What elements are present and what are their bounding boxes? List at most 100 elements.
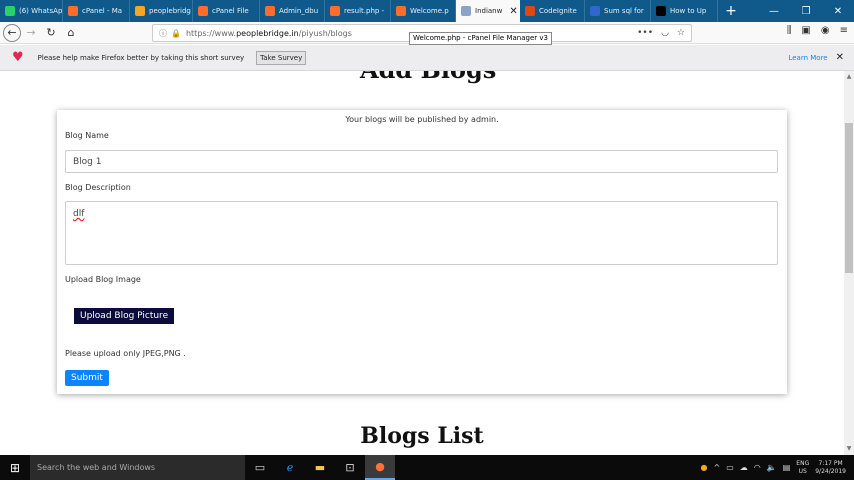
sidebar-icon[interactable]: ▣: [801, 25, 810, 36]
blog-description-label: Blog Description: [65, 183, 131, 192]
action-center-icon[interactable]: ▤: [783, 463, 791, 472]
blog-name-value: Blog 1: [73, 156, 102, 167]
submit-button[interactable]: Submit: [65, 370, 109, 386]
sql-icon: [590, 6, 600, 16]
page-scrollbar[interactable]: ▲ ▼: [844, 71, 854, 455]
back-icon[interactable]: ←: [3, 23, 21, 42]
tab-label: Indianw: [475, 7, 503, 15]
page-content: Add Blogs Your blogs will be published b…: [0, 71, 844, 455]
taskbar-search-input[interactable]: Search the web and Windows: [30, 455, 245, 480]
survey-notification-bar: ♥ Please help make Firefox better by tak…: [0, 45, 854, 71]
browser-tab[interactable]: cPanel - Ma: [63, 0, 130, 22]
home-icon[interactable]: ⌂: [61, 23, 81, 43]
upload-image-label: Upload Blog Image: [65, 275, 141, 284]
browser-tab[interactable]: cPanel File: [193, 0, 260, 22]
bookmark-star-icon[interactable]: ☆: [677, 28, 685, 38]
publish-note: Your blogs will be published by admin.: [345, 115, 499, 124]
browser-tab[interactable]: Indianw ✕: [456, 0, 520, 22]
lock-icon: 🔒: [171, 28, 181, 38]
file-explorer-icon[interactable]: ▬: [305, 455, 335, 480]
take-survey-button[interactable]: Take Survey: [256, 50, 307, 65]
language-code: ENG: [796, 459, 810, 467]
app-tray-icon[interactable]: ●: [701, 463, 708, 472]
rc-icon: [656, 6, 666, 16]
clock[interactable]: 7:17 PM 9/24/2019: [815, 460, 846, 476]
url-domain: peoplebridge.in: [236, 28, 299, 38]
tab-bar: (6) WhatsAp cPanel - Ma peoplebridg cPanel …: [0, 0, 854, 22]
window-controls: — ❐ ✕: [758, 6, 854, 17]
tab-label: Admin_dbu: [279, 7, 319, 15]
diamond-icon: [461, 6, 471, 16]
close-notification-icon[interactable]: ✕: [836, 52, 844, 63]
tab-label: cPanel - Ma: [82, 7, 123, 15]
cpanel-icon: [265, 6, 275, 16]
account-icon[interactable]: ◉: [821, 25, 830, 36]
url-path: /piyush/blogs: [298, 28, 352, 38]
upload-hint: Please upload only JPEG,PNG .: [65, 349, 186, 358]
page-actions-icon[interactable]: •••: [637, 28, 653, 38]
learn-more-link[interactable]: Learn More: [788, 54, 827, 62]
tab-label: result.php -: [344, 7, 385, 15]
onedrive-icon[interactable]: ☁: [740, 463, 748, 472]
windows-taskbar: ⊞ Search the web and Windows ▭ ℯ ▬ ⊡ ● ●…: [0, 455, 854, 480]
browser-tab[interactable]: peoplebridg: [130, 0, 193, 22]
cpanel-icon: [198, 6, 208, 16]
volume-icon[interactable]: 🔈: [767, 463, 777, 472]
add-blogs-heading: Add Blogs: [360, 71, 496, 84]
forward-icon[interactable]: →: [21, 23, 41, 43]
codeigniter-icon: [525, 6, 535, 16]
close-tab-icon[interactable]: ✕: [509, 6, 517, 17]
scroll-down-icon[interactable]: ▼: [844, 445, 854, 452]
clock-date: 9/24/2019: [815, 467, 846, 475]
upload-blog-picture-button[interactable]: Upload Blog Picture: [74, 308, 175, 324]
language-indicator[interactable]: ENG US: [796, 460, 809, 476]
windows-start-icon[interactable]: ⊞: [0, 461, 30, 475]
edge-browser-icon[interactable]: ℯ: [275, 455, 305, 480]
tab-tooltip: Welcome.php - cPanel File Manager v3: [409, 32, 552, 45]
blogs-list-heading: Blogs List: [360, 423, 484, 449]
browser-tab[interactable]: result.php -: [325, 0, 391, 22]
tab-label: peoplebridg: [149, 7, 191, 15]
survey-message: Please help make Firefox better by takin…: [37, 53, 245, 62]
cpanel-icon: [396, 6, 406, 16]
scroll-up-icon[interactable]: ▲: [844, 73, 854, 80]
region-code: US: [798, 467, 807, 475]
blog-name-input[interactable]: Blog 1: [65, 150, 778, 173]
heart-icon: ♥: [12, 50, 24, 65]
library-icon[interactable]: ⫼: [787, 25, 792, 36]
reload-icon[interactable]: ↻: [41, 23, 61, 43]
task-view-icon[interactable]: ▭: [245, 455, 275, 480]
info-icon[interactable]: ⓘ: [159, 28, 167, 39]
peoplebridge-icon: [135, 6, 145, 16]
tab-label: Welcome.p: [410, 7, 449, 15]
browser-tab[interactable]: CodeIgnite: [520, 0, 585, 22]
blog-form-card: Your blogs will be published by admin. B…: [57, 110, 787, 394]
blog-description-textarea[interactable]: dlf: [65, 201, 778, 265]
whatsapp-icon: [5, 6, 15, 16]
browser-tab[interactable]: Welcome.p: [391, 0, 456, 22]
close-icon[interactable]: ✕: [822, 6, 854, 17]
browser-tab[interactable]: Admin_dbu: [260, 0, 325, 22]
new-tab-button[interactable]: +: [718, 3, 744, 19]
network-icon[interactable]: ▭: [726, 463, 734, 472]
browser-tab[interactable]: Sum sql for: [585, 0, 651, 22]
minimize-icon[interactable]: —: [758, 6, 790, 17]
tab-label: cPanel File: [212, 7, 249, 15]
clock-time: 7:17 PM: [818, 459, 843, 467]
tab-label: (6) WhatsAp: [19, 7, 63, 15]
cpanel-icon: [330, 6, 340, 16]
show-hidden-icons-icon[interactable]: ^: [714, 463, 721, 472]
blog-description-value: dlf: [73, 209, 85, 219]
store-icon[interactable]: ⊡: [335, 455, 365, 480]
menu-icon[interactable]: ≡: [840, 25, 848, 36]
browser-tab[interactable]: (6) WhatsAp: [0, 0, 63, 22]
scroll-thumb[interactable]: [845, 123, 853, 273]
firefox-icon[interactable]: ●: [365, 455, 395, 480]
url-prefix: https://www.: [185, 28, 237, 38]
wifi-icon[interactable]: ◠: [754, 463, 761, 472]
browser-tab[interactable]: How to Up: [651, 0, 718, 22]
pocket-icon[interactable]: ◡: [661, 28, 669, 38]
restore-icon[interactable]: ❐: [790, 6, 822, 17]
taskbar-search-placeholder: Search the web and Windows: [37, 463, 156, 472]
tab-label: Sum sql for: [604, 7, 644, 15]
